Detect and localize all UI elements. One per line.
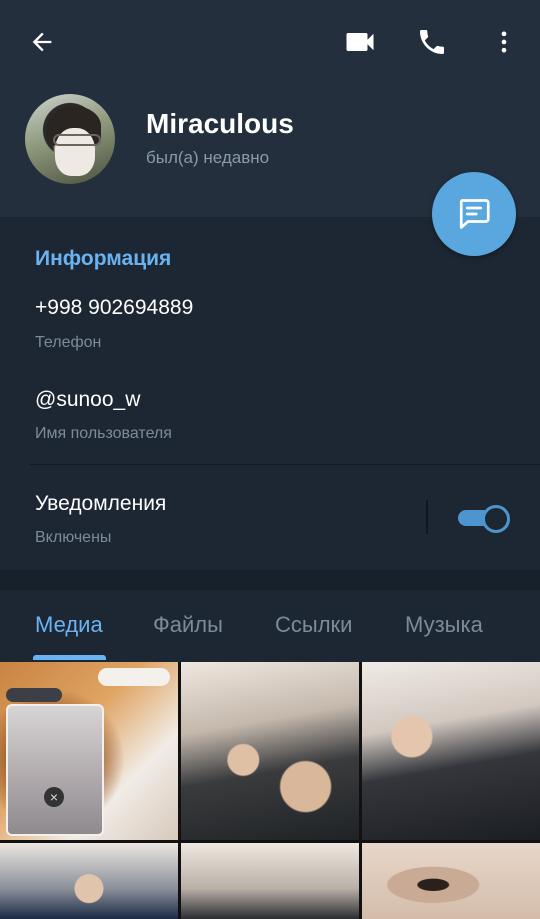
media-thumbnail[interactable]	[181, 843, 359, 919]
tab-files[interactable]: Файлы	[153, 612, 223, 638]
media-thumbnail[interactable]	[181, 662, 359, 840]
username[interactable]: @sunoo_w	[35, 388, 140, 412]
thumbnail-detail	[98, 668, 170, 686]
media-thumbnail[interactable]: ×	[0, 662, 178, 840]
notifications-state: Включены	[35, 529, 112, 546]
last-seen-status: был(а) недавно	[146, 148, 270, 167]
close-icon: ×	[44, 787, 64, 807]
avatar-glasses	[53, 134, 101, 146]
back-button[interactable]	[20, 20, 64, 64]
phone-icon	[420, 30, 444, 54]
profile-name: Miraculous	[146, 108, 294, 139]
tab-links[interactable]: Ссылки	[275, 612, 352, 638]
tab-music[interactable]: Музыка	[405, 612, 483, 638]
divider	[30, 464, 540, 465]
tab-media[interactable]: Медиа	[35, 612, 103, 638]
media-tabs: Медиа Файлы Ссылки Музыка	[0, 590, 540, 662]
phone-label: Телефон	[35, 334, 102, 351]
separator	[426, 500, 428, 534]
video-camera-icon	[346, 33, 374, 51]
toggle-knob	[482, 505, 510, 533]
media-grid: ×	[0, 662, 540, 919]
message-icon	[459, 199, 490, 229]
notifications-title[interactable]: Уведомления	[35, 492, 166, 516]
media-thumbnail[interactable]	[362, 662, 540, 840]
phone-number[interactable]: +998 902694889	[35, 296, 193, 320]
username-label: Имя пользователя	[35, 425, 172, 442]
media-thumbnail[interactable]	[0, 843, 178, 919]
more-vertical-icon	[501, 31, 507, 53]
thumbnail-detail	[6, 704, 104, 836]
more-options-button[interactable]	[482, 20, 526, 64]
section-gap	[0, 570, 540, 590]
active-tab-indicator	[33, 655, 106, 660]
thumbnail-detail	[6, 688, 62, 702]
avatar[interactable]	[25, 94, 115, 184]
top-bar	[0, 0, 540, 88]
video-call-button[interactable]	[338, 20, 382, 64]
media-thumbnail[interactable]	[362, 843, 540, 919]
info-section-title: Информация	[35, 247, 172, 270]
voice-call-button[interactable]	[410, 20, 454, 64]
arrow-left-icon	[32, 32, 52, 52]
notifications-toggle[interactable]	[456, 503, 510, 533]
send-message-button[interactable]	[432, 172, 516, 256]
